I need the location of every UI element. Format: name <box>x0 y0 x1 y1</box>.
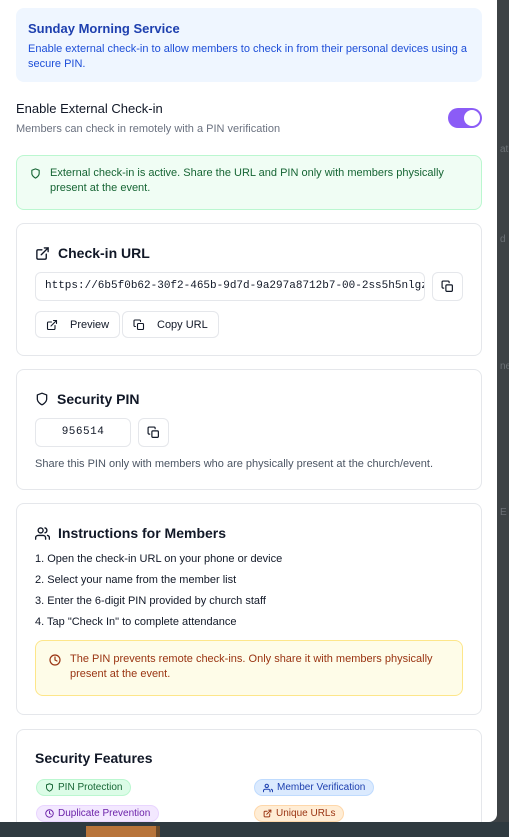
background-taskbar <box>0 822 509 837</box>
badge-label: Duplicate Prevention <box>58 808 151 819</box>
toggle-label: Enable External Check-in <box>16 101 163 116</box>
copy-icon <box>147 426 159 438</box>
external-checkin-dialog: Sunday Morning Service Enable external c… <box>0 0 497 822</box>
copy-url-icon-button[interactable] <box>432 272 463 301</box>
checkin-url-card: Check-in URL https://6b5f0b62-30f2-465b-… <box>16 223 482 356</box>
copy-url-button[interactable]: Copy URL <box>122 311 219 338</box>
external-link-icon <box>36 246 49 260</box>
background-page: at d ne E <box>497 0 509 822</box>
copy-icon <box>441 280 453 292</box>
badge-label: PIN Protection <box>58 782 123 793</box>
external-link-icon <box>46 319 58 330</box>
background-tab-edge <box>156 826 160 837</box>
external-link-icon <box>263 809 272 818</box>
pin-warning-alert: The PIN prevents remote check-ins. Only … <box>35 640 463 696</box>
background-tab <box>86 826 156 837</box>
copy-pin-button[interactable] <box>138 418 169 447</box>
shield-icon <box>31 168 40 179</box>
instructions-card: Instructions for Members 1. Open the che… <box>16 503 482 715</box>
badge-label: Unique URLs <box>276 808 336 819</box>
active-alert: External check-in is active. Share the U… <box>16 155 482 210</box>
security-pin-note: Share this PIN only with members who are… <box>35 458 434 470</box>
clock-icon <box>45 809 54 818</box>
checkin-url-field[interactable]: https://6b5f0b62-30f2-465b-9d7d-9a297a87… <box>35 272 425 301</box>
external-checkin-switch[interactable] <box>448 108 482 128</box>
security-features-title: Security Features <box>35 750 153 766</box>
checkin-url-title: Check-in URL <box>35 245 150 261</box>
copy-icon <box>133 318 145 330</box>
active-alert-text: External check-in is active. Share the U… <box>50 167 444 194</box>
instructions-title: Instructions for Members <box>35 525 226 541</box>
shield-icon <box>46 783 53 792</box>
pin-warning-text: The PIN prevents remote check-ins. Only … <box>70 653 433 680</box>
badge-pin-protection: PIN Protection <box>36 779 132 796</box>
switch-knob <box>464 110 480 126</box>
background-text: d <box>500 234 506 245</box>
instruction-step: 3. Enter the 6-digit PIN provided by chu… <box>35 595 266 607</box>
users-icon <box>263 783 273 792</box>
preview-button-label: Preview <box>70 318 110 331</box>
event-banner: Sunday Morning Service Enable external c… <box>16 8 482 82</box>
background-text: E <box>500 507 507 518</box>
background-text: at <box>500 144 509 155</box>
instruction-step: 1. Open the check-in URL on your phone o… <box>35 553 283 565</box>
users-icon <box>35 526 50 540</box>
security-features-card: Security Features PIN Protection Member … <box>16 729 482 822</box>
toggle-description: Members can check in remotely with a PIN… <box>16 123 281 135</box>
external-checkin-toggle-row: Enable External Check-in Members can che… <box>16 101 482 141</box>
event-title: Sunday Morning Service <box>28 21 180 36</box>
security-pin-card: Security PIN 956514 Share this PIN only … <box>16 369 482 490</box>
security-pin-title: Security PIN <box>35 391 139 407</box>
badge-member-verification: Member Verification <box>254 779 375 796</box>
instruction-step: 4. Tap "Check In" to complete attendance <box>35 616 237 628</box>
security-pin-title-text: Security PIN <box>57 391 140 407</box>
clock-icon <box>49 654 61 666</box>
security-pin-field[interactable]: 956514 <box>35 418 131 447</box>
instruction-step: 2. Select your name from the member list <box>35 574 237 586</box>
shield-icon <box>36 392 48 406</box>
badge-duplicate-prevention: Duplicate Prevention <box>36 805 160 822</box>
background-text: ne <box>500 361 509 372</box>
event-description: Enable external check-in to allow member… <box>28 43 467 70</box>
dialog-scroll-area[interactable]: Sunday Morning Service Enable external c… <box>0 0 497 822</box>
copy-url-button-label: Copy URL <box>157 318 208 331</box>
badge-label: Member Verification <box>277 782 366 793</box>
preview-button[interactable]: Preview <box>35 311 121 338</box>
checkin-url-title-text: Check-in URL <box>58 245 150 261</box>
instruction-steps: 1. Open the check-in URL on your phone o… <box>35 552 282 636</box>
badge-unique-urls: Unique URLs <box>254 805 345 822</box>
instructions-title-text: Instructions for Members <box>58 525 227 541</box>
